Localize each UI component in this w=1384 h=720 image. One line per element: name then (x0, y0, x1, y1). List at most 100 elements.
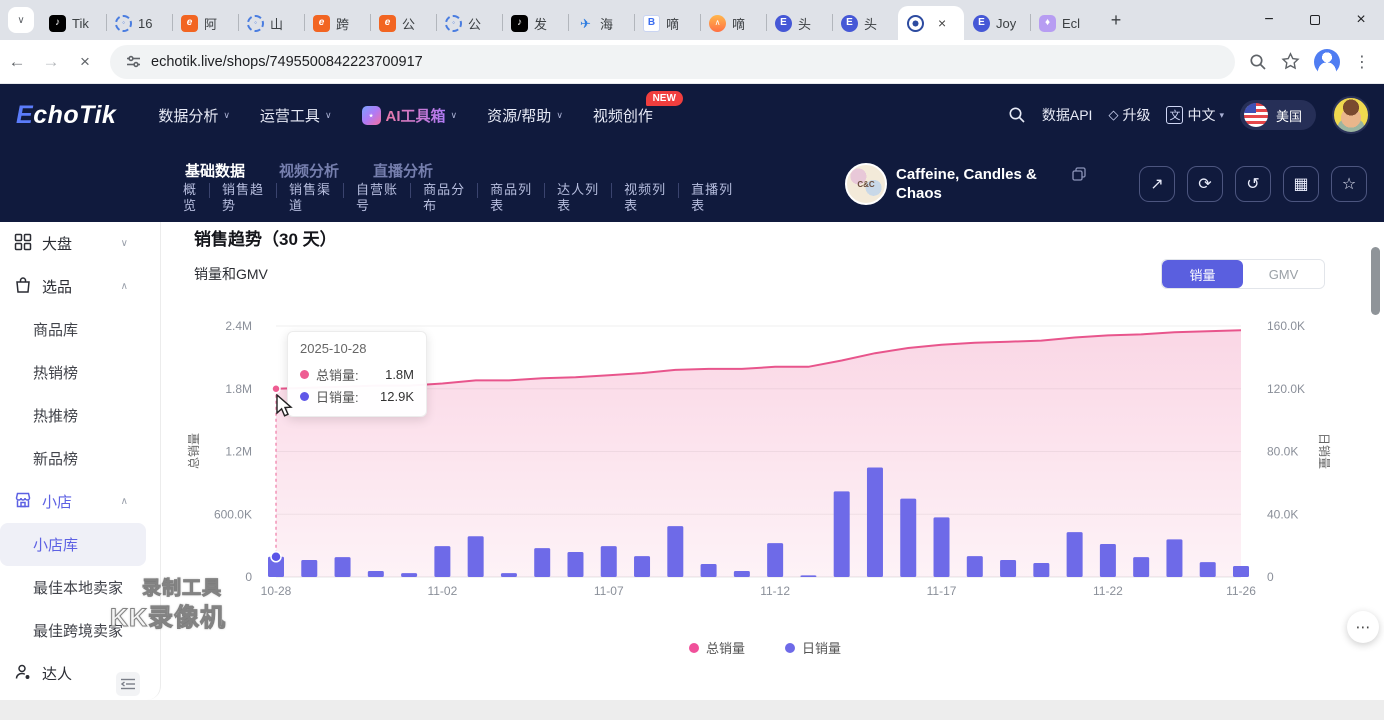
browser-tab-12[interactable]: E头 (832, 6, 898, 40)
submenu-item-8[interactable]: 直播列表 (691, 182, 733, 214)
url-text[interactable]: echotik.live/shops/7495500842223700917 (151, 54, 423, 70)
echotik-logo[interactable]: EchoTik (16, 101, 116, 130)
sidebar-item-label: 达人 (42, 663, 72, 684)
sidebar-item-选品[interactable]: 选品∧ (0, 265, 160, 308)
zoom-icon[interactable] (1249, 53, 1267, 71)
upgrade-link[interactable]: ◇升级 (1108, 105, 1150, 125)
browser-tab-6[interactable]: ◦公 (436, 6, 502, 40)
sidebar-item-商品库[interactable]: 商品库 (0, 308, 160, 351)
submenu-line: 表 (490, 198, 532, 214)
dashed-circle-icon: ◦ (445, 15, 462, 32)
nav-menu-0[interactable]: 数据分析∨ (158, 105, 230, 126)
tab-视频分析[interactable]: 视频分析 (279, 160, 339, 181)
language-selector[interactable]: 文中文▾ (1166, 105, 1224, 125)
orange-e-icon: e (181, 15, 198, 32)
address-bar[interactable]: echotik.live/shops/7495500842223700917 (110, 45, 1235, 79)
history-button[interactable]: ↺ (1235, 166, 1271, 202)
browser-tab-4[interactable]: e跨 (304, 6, 370, 40)
browser-tab-9[interactable]: B嘀 (634, 6, 700, 40)
qr-code-button[interactable]: ▦ (1283, 166, 1319, 202)
sidebar-item-最佳本地卖家[interactable]: 最佳本地卖家 (0, 566, 160, 609)
series-dot (300, 392, 309, 401)
sidebar-item-大盘[interactable]: 大盘∨ (0, 222, 160, 265)
nav-menu-3[interactable]: 资源/帮助∨ (487, 105, 563, 126)
svg-text:总销量: 总销量 (187, 433, 201, 469)
blue-bird-icon: ✈ (577, 15, 594, 32)
sidebar-item-新品榜[interactable]: 新品榜 (0, 437, 160, 480)
browser-tab-14[interactable]: EJoy (964, 6, 1030, 40)
browser-tab-3[interactable]: ◦山 (238, 6, 304, 40)
svg-text:120.0K: 120.0K (1267, 382, 1305, 396)
forward-button[interactable]: → (34, 45, 68, 79)
new-badge: NEW (646, 91, 683, 106)
tab-title: 公 (402, 14, 415, 33)
browser-tab-13[interactable]: × (898, 6, 964, 40)
browser-menu-icon[interactable]: ⋮ (1354, 52, 1370, 72)
nav-menu-1[interactable]: 运营工具∨ (260, 105, 332, 126)
data-api-link[interactable]: 数据API (1042, 105, 1093, 125)
close-tab-icon[interactable]: × (938, 15, 946, 31)
bookmark-star-icon[interactable] (1281, 52, 1300, 71)
browser-tab-1[interactable]: ◦16 (106, 6, 172, 40)
nav-menu-2[interactable]: ⋆AI工具箱∨ (362, 105, 458, 126)
tab-直播分析[interactable]: 直播分析 (373, 160, 433, 181)
toggle-销量[interactable]: 销量 (1162, 260, 1243, 288)
sidebar-collapse-button[interactable] (116, 672, 140, 696)
legend-日销量[interactable]: 日销量 (785, 638, 841, 657)
maximize-button[interactable] (1292, 0, 1338, 40)
submenu-item-1[interactable]: 销售趋势 (222, 182, 264, 214)
legend-label: 总销量 (706, 638, 745, 657)
browser-tab-5[interactable]: e公 (370, 6, 436, 40)
submenu-line: 商品列 (490, 182, 532, 198)
toggle-GMV[interactable]: GMV (1243, 260, 1324, 288)
open-external-button[interactable]: ↗ (1139, 166, 1175, 202)
submenu-item-3[interactable]: 自营账号 (356, 182, 398, 214)
refresh-button[interactable]: ⟳ (1187, 166, 1223, 202)
submenu-item-0[interactable]: 概览 (183, 182, 197, 214)
browser-tab-11[interactable]: E头 (766, 6, 832, 40)
page-scrollbar-thumb[interactable] (1371, 247, 1380, 315)
new-tab-button[interactable]: + (1102, 6, 1130, 34)
svg-text:1.8M: 1.8M (225, 382, 252, 396)
tab-基础数据[interactable]: 基础数据 (185, 160, 245, 181)
submenu-item-4[interactable]: 商品分布 (423, 182, 465, 214)
submenu-line: 直播列 (691, 182, 733, 198)
user-avatar[interactable] (1332, 96, 1370, 134)
submenu-item-7[interactable]: 视频列表 (624, 182, 666, 214)
browser-tab-15[interactable]: ♦Ecl (1030, 6, 1096, 40)
tab-title: 跨 (336, 14, 349, 33)
site-settings-icon[interactable] (126, 54, 141, 69)
browser-tab-2[interactable]: e阿 (172, 6, 238, 40)
minimize-button[interactable]: − (1246, 0, 1292, 40)
search-icon[interactable] (1008, 106, 1026, 124)
legend-总销量[interactable]: 总销量 (689, 638, 745, 657)
nav-menu-4[interactable]: 视频创作NEW (593, 105, 653, 126)
tab-title: 嘀 (732, 14, 745, 33)
sidebar-item-热销榜[interactable]: 热销榜 (0, 351, 160, 394)
sidebar-item-最佳跨境卖家[interactable]: 最佳跨境卖家 (0, 609, 160, 652)
favorite-button[interactable]: ☆ (1331, 166, 1367, 202)
close-window-button[interactable]: × (1338, 0, 1384, 40)
shop-avatar[interactable]: C&C (845, 163, 887, 205)
sidebar-item-热推榜[interactable]: 热推榜 (0, 394, 160, 437)
divider (611, 183, 612, 198)
person-icon (14, 663, 32, 685)
submenu-item-5[interactable]: 商品列表 (490, 182, 532, 214)
chevron-up-icon: ∧ (121, 281, 128, 292)
region-selector[interactable]: 美国 (1240, 100, 1316, 130)
browser-tab-7[interactable]: ♪发 (502, 6, 568, 40)
submenu-item-2[interactable]: 销售渠道 (289, 182, 331, 214)
submenu-item-6[interactable]: 达人列表 (557, 182, 599, 214)
sidebar-item-小店[interactable]: 小店∧ (0, 480, 160, 523)
browser-profile-avatar[interactable] (1314, 49, 1340, 75)
tab-search-chevron-icon[interactable]: ∨ (8, 7, 34, 33)
browser-tab-8[interactable]: ✈海 (568, 6, 634, 40)
sidebar-item-小店库[interactable]: 小店库 (0, 523, 146, 566)
browser-tab-0[interactable]: ♪Tik (40, 6, 106, 40)
more-actions-button[interactable]: ⋯ (1347, 611, 1379, 643)
submenu-line: 布 (423, 198, 465, 214)
stop-loading-button[interactable]: × (68, 45, 102, 79)
back-button[interactable]: ← (0, 45, 34, 79)
copy-icon[interactable] (1072, 167, 1086, 181)
browser-tab-10[interactable]: ∧嘀 (700, 6, 766, 40)
